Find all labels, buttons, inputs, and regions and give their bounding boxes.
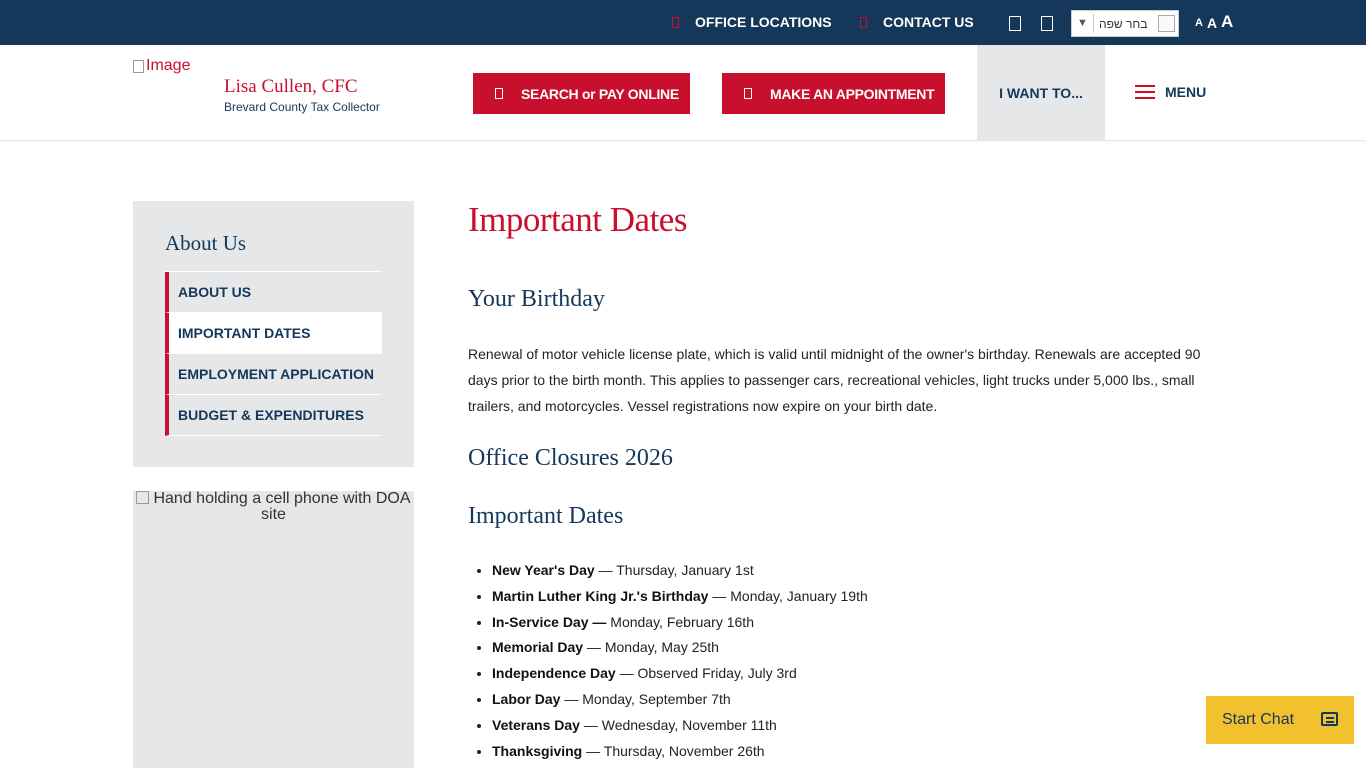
holiday-name: Labor Day — [492, 690, 561, 707]
dates-heading: Important Dates — [468, 503, 624, 529]
list-item: New Year's Day — Thursday, January 1st — [492, 558, 1192, 584]
sidebar-item-about-us[interactable]: ABOUT US — [165, 272, 382, 313]
sidebar-item-employment-application[interactable]: EMPLOYMENT APPLICATION — [165, 354, 382, 395]
sidebar-item-budget-expenditures[interactable]: BUDGET & EXPENDITURES — [165, 395, 382, 436]
phone-icon — [860, 16, 867, 28]
facebook-icon[interactable] — [1009, 16, 1021, 31]
contact-us-label: CONTACT US — [883, 14, 974, 30]
font-size-small-button[interactable]: A — [1195, 17, 1203, 29]
logo-name[interactable]: Lisa Cullen, CFC — [224, 76, 358, 98]
twitter-icon[interactable] — [1041, 16, 1053, 31]
list-item: Veterans Day — Wednesday, November 11th — [492, 713, 1192, 739]
menu-button[interactable]: MENU — [1135, 83, 1206, 101]
site-header: Image Lisa Cullen, CFC Brevard County Ta… — [0, 45, 1366, 141]
holiday-date: Monday, February 16th — [610, 613, 754, 630]
broken-image-icon — [136, 491, 150, 504]
sidebar-item-important-dates[interactable]: IMPORTANT DATES — [165, 313, 382, 354]
search-pay-online-button[interactable]: SEARCH or PAY ONLINE — [473, 73, 690, 114]
list-item: In-Service Day — Monday, February 16th — [492, 610, 1192, 636]
calendar-icon — [744, 88, 752, 99]
holiday-separator: — — [560, 690, 583, 707]
list-item: Independence Day — Observed Friday, July… — [492, 661, 1192, 687]
google-translate-icon — [1158, 15, 1175, 32]
holiday-date: Monday, January 19th — [730, 587, 868, 604]
holiday-name: Veterans Day — [492, 716, 580, 733]
office-locations-label: OFFICE LOCATIONS — [695, 14, 832, 30]
utility-bar: OFFICE LOCATIONS CONTACT US ▼ בחר שפה A … — [0, 0, 1366, 45]
list-item: Thanksgiving — Thursday, November 26th — [492, 739, 1192, 765]
search-icon — [495, 88, 503, 99]
holiday-separator: — — [615, 665, 638, 682]
chat-icon — [1321, 712, 1338, 726]
map-marker-icon — [672, 16, 679, 28]
make-appointment-label: MAKE AN APPOINTMENT — [770, 85, 935, 102]
list-item: Martin Luther King Jr.'s Birthday — Mond… — [492, 584, 1192, 610]
hamburger-icon — [1135, 85, 1155, 99]
logo-subtitle: Brevard County Tax Collector — [224, 100, 380, 114]
i-want-to-button[interactable]: I WANT TO... — [977, 45, 1105, 141]
menu-label: MENU — [1165, 84, 1207, 100]
closures-heading: Office Closures 2026 — [468, 445, 673, 471]
font-size-large-button[interactable]: A — [1221, 12, 1233, 32]
birthday-paragraph: Renewal of motor vehicle license plate, … — [468, 346, 1201, 414]
list-item: Memorial Day — Monday, May 25th — [492, 635, 1192, 661]
office-locations-link[interactable]: OFFICE LOCATIONS — [672, 13, 832, 31]
holiday-date: Thursday, January 1st — [616, 562, 754, 578]
chevron-down-icon: ▼ — [1072, 14, 1094, 33]
sidebar-nav: About Us ABOUT US IMPORTANT DATES EMPLOY… — [133, 201, 414, 467]
start-chat-label: Start Chat — [1222, 711, 1295, 728]
holiday-separator: — — [582, 742, 604, 759]
holiday-separator: — — [708, 587, 731, 604]
promo-image[interactable]: Hand holding a cell phone with DOA site — [133, 491, 414, 523]
holiday-date: Observed Friday, July 3rd — [637, 665, 797, 682]
holiday-separator: — — [594, 562, 617, 578]
holiday-separator: — — [583, 639, 605, 656]
holiday-name: Independence Day — [492, 665, 616, 682]
sidebar-promo: Hand holding a cell phone with DOA site — [133, 491, 414, 768]
holiday-date: Monday, September 7th — [582, 690, 731, 707]
font-size-medium-button[interactable]: A — [1207, 15, 1217, 31]
page-title: Important Dates — [468, 200, 687, 239]
broken-image-icon — [133, 59, 144, 73]
holiday-list: New Year's Day — Thursday, January 1st M… — [492, 558, 1192, 764]
holiday-name: In-Service Day — — [492, 613, 607, 630]
holiday-name: Memorial Day — [492, 639, 584, 656]
birthday-heading: Your Birthday — [468, 286, 605, 312]
logo-image[interactable]: Image — [133, 57, 190, 75]
contact-us-link[interactable]: CONTACT US — [860, 13, 974, 31]
holiday-date: Thursday, November 26th — [603, 742, 765, 759]
holiday-date: Wednesday, November 11th — [601, 716, 777, 733]
holiday-name: New Year's Day — [492, 562, 595, 578]
language-select[interactable]: ▼ בחר שפה — [1071, 10, 1179, 37]
holiday-name: Thanksgiving — [492, 742, 583, 759]
list-item: Labor Day — Monday, September 7th — [492, 687, 1192, 713]
search-pay-online-label: SEARCH or PAY ONLINE — [521, 85, 679, 102]
start-chat-button[interactable]: Start Chat — [1206, 696, 1354, 744]
language-select-label: בחר שפה — [1099, 16, 1148, 31]
sidebar-title: About Us — [165, 231, 247, 255]
holiday-date: Monday, May 25th — [604, 639, 719, 656]
holiday-separator: — — [579, 716, 602, 733]
make-appointment-button[interactable]: MAKE AN APPOINTMENT — [722, 73, 945, 114]
promo-image-alt: Hand holding a cell phone with DOA site — [153, 490, 411, 523]
logo-alt-text: Image — [146, 57, 191, 74]
sidebar-list: ABOUT US IMPORTANT DATES EMPLOYMENT APPL… — [165, 271, 382, 436]
holiday-name: Martin Luther King Jr.'s Birthday — [492, 587, 709, 604]
